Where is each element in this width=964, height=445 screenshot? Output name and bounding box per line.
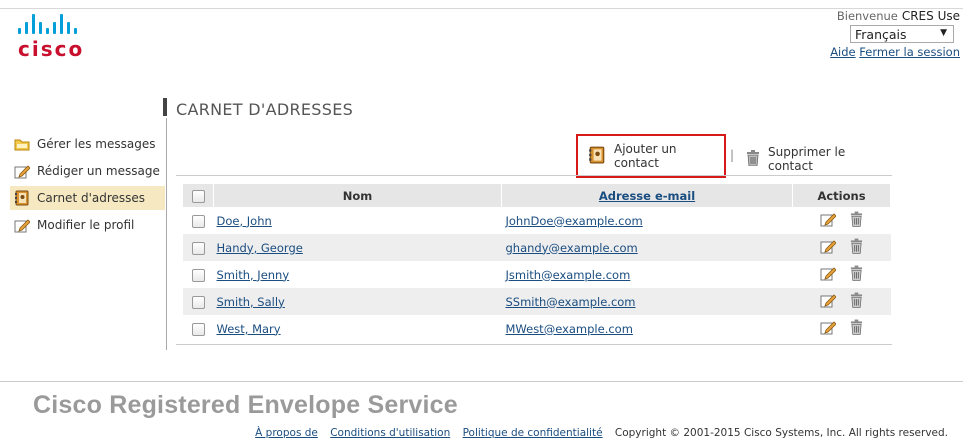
dropdown-arrow-icon: ▼ — [940, 28, 947, 38]
select-all-cell — [183, 184, 214, 207]
select-all-checkbox[interactable] — [191, 189, 205, 203]
language-select[interactable]: Français ▼ — [850, 25, 954, 43]
sidebar-item-label: Gérer les messages — [37, 137, 156, 151]
trash-icon[interactable] — [850, 265, 863, 284]
contact-email-link[interactable]: JohnDoe@example.com — [506, 214, 643, 228]
footer-links: À propos de Conditions d'utilisation Pol… — [255, 427, 948, 439]
table-row: Doe, John JohnDoe@example.com — [183, 207, 891, 234]
trash-icon[interactable] — [850, 238, 863, 257]
row-checkbox[interactable] — [191, 268, 205, 282]
table-row: Handy, George ghandy@example.com — [183, 234, 891, 261]
privacy-link[interactable]: Politique de confidentialité — [463, 427, 603, 439]
trash-icon — [746, 149, 760, 169]
table-row: Smith, Jenny Jsmith@example.com — [183, 261, 891, 288]
welcome-line: Bienvenue CRES Use — [830, 9, 960, 23]
row-checkbox[interactable] — [191, 241, 205, 255]
contacts-table: Nom Adresse e-mail Actions Doe, John Joh… — [183, 184, 891, 342]
column-header-actions: Actions — [792, 184, 891, 207]
edit-profile-icon — [14, 217, 30, 233]
trash-icon[interactable] — [850, 292, 863, 311]
row-checkbox[interactable] — [191, 214, 205, 228]
sidebar-item-manage-messages[interactable]: Gérer les messages — [10, 132, 165, 156]
sidebar-item-label: Carnet d'adresses — [37, 191, 146, 205]
delete-contact-label: Supprimer le contact — [768, 145, 846, 173]
toolbar-divider — [176, 175, 892, 176]
sort-email-link[interactable]: Adresse e-mail — [599, 189, 695, 203]
edit-icon[interactable] — [820, 265, 837, 284]
delete-contact-button[interactable]: Supprimer le contact — [746, 145, 892, 173]
help-link[interactable]: Aide — [830, 45, 855, 59]
row-checkbox[interactable] — [191, 295, 205, 309]
contact-name-link[interactable]: Handy, George — [217, 241, 303, 255]
terms-link[interactable]: Conditions d'utilisation — [330, 427, 450, 439]
user-name: CRES Use — [901, 9, 960, 23]
add-contact-label: Ajouter un contact — [614, 142, 677, 170]
logo-bars-icon — [18, 12, 128, 34]
edit-icon[interactable] — [820, 211, 837, 230]
contact-name-link[interactable]: Doe, John — [217, 214, 272, 228]
toolbar-separator: | — [730, 148, 735, 162]
edit-icon[interactable] — [820, 292, 837, 311]
contact-email-link[interactable]: Jsmith@example.com — [506, 268, 631, 282]
address-book-icon — [14, 190, 30, 206]
user-panel: Bienvenue CRES Use Français ▼ Aide Fermer… — [830, 9, 960, 59]
table-bottom-divider — [176, 344, 892, 345]
contact-name-link[interactable]: West, Mary — [217, 322, 281, 336]
sidebar-divider — [166, 118, 167, 350]
logout-link[interactable]: Fermer la session — [859, 45, 960, 59]
logo-text: cisco — [18, 37, 85, 61]
contact-email-link[interactable]: ghandy@example.com — [506, 241, 638, 255]
contact-email-link[interactable]: SSmith@example.com — [506, 295, 636, 309]
footer-divider — [0, 381, 963, 382]
sidebar-item-label: Modifier le profil — [37, 218, 135, 232]
sidebar-item-label: Rédiger un message — [37, 164, 160, 178]
column-header-name: Nom — [213, 184, 502, 207]
copyright-text: Copyright © 2001-2015 Cisco Systems, Inc… — [614, 427, 948, 439]
welcome-label: Bienvenue — [836, 9, 898, 23]
contact-name-link[interactable]: Smith, Jenny — [217, 268, 290, 282]
sidebar-item-compose[interactable]: Rédiger un message — [10, 159, 165, 183]
row-checkbox[interactable] — [191, 322, 205, 336]
sidebar-nav: Gérer les messages Rédiger un message Ca… — [10, 132, 165, 240]
cisco-logo: cisco — [18, 12, 128, 72]
sidebar-item-edit-profile[interactable]: Modifier le profil — [10, 213, 165, 237]
language-value: Français — [855, 27, 907, 42]
address-book-icon — [588, 146, 606, 167]
contact-email-link[interactable]: MWest@example.com — [506, 322, 633, 336]
toolbar: Ajouter un contact | Supprimer le contac… — [176, 130, 892, 178]
header-links: Aide Fermer la session — [830, 45, 960, 59]
trash-icon[interactable] — [850, 211, 863, 230]
contact-name-link[interactable]: Smith, Sally — [217, 295, 285, 309]
sidebar-item-address-book[interactable]: Carnet d'adresses — [10, 186, 165, 210]
title-accent-bar — [163, 98, 167, 116]
trash-icon[interactable] — [850, 319, 863, 338]
table-row: West, Mary MWest@example.com — [183, 315, 891, 342]
edit-icon[interactable] — [820, 238, 837, 257]
folder-icon — [14, 136, 30, 152]
column-header-email[interactable]: Adresse e-mail — [501, 184, 793, 207]
service-brand: Cisco Registered Envelope Service — [33, 391, 458, 419]
table-header-row: Nom Adresse e-mail Actions — [183, 184, 891, 207]
about-link[interactable]: À propos de — [255, 427, 318, 439]
table-row: Smith, Sally SSmith@example.com — [183, 288, 891, 315]
compose-icon — [14, 163, 30, 179]
page-title: CARNET D'ADRESSES — [176, 100, 354, 119]
edit-icon[interactable] — [820, 319, 837, 338]
add-contact-button[interactable]: Ajouter un contact — [576, 134, 726, 178]
